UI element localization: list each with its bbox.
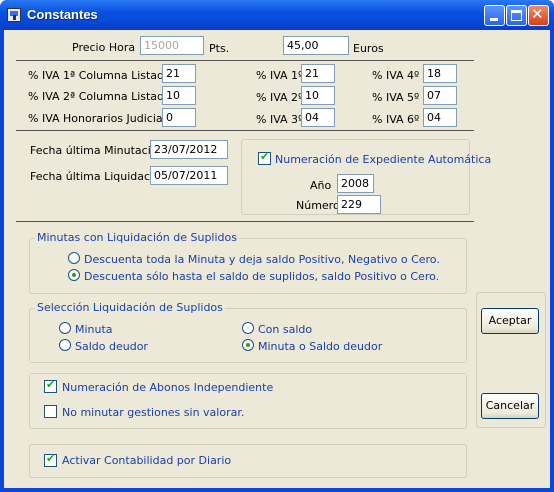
maximize-button[interactable] [506, 5, 527, 26]
iva4-label: % IVA 4º [372, 69, 420, 82]
euros-label: Euros [353, 42, 384, 55]
app-icon [7, 8, 21, 22]
numero-field[interactable]: 229 [337, 195, 381, 214]
title-bar[interactable]: Constantes ✕ [0, 0, 554, 30]
minimize-button[interactable] [484, 5, 505, 26]
iva-col1-label: % IVA 1ª Columna Listados [28, 69, 177, 82]
iva-col2-label: % IVA 2ª Columna Listados [28, 90, 177, 103]
minutas-option-toda-radio[interactable] [68, 252, 80, 264]
iva-hon-field[interactable]: 0 [162, 108, 196, 127]
seleccion-con-saldo-label[interactable]: Con saldo [258, 323, 312, 336]
numero-label: Número [296, 199, 340, 212]
minutas-group-title: Minutas con Liquidación de Suplidos [35, 231, 239, 244]
close-icon: ✕ [531, 5, 544, 23]
minutas-group [29, 238, 467, 294]
fecha-liquidacion-field[interactable]: 05/07/2011 [150, 166, 228, 185]
contabilidad-checkbox[interactable] [44, 452, 57, 467]
dialog-body: Precio Hora 15000 Pts. 45,00 Euros % IVA… [4, 30, 550, 488]
expediente-auto-label[interactable]: Numeración de Expediente Automática [275, 153, 491, 166]
seleccion-group-title: Selección Liquidación de Suplidos [35, 301, 225, 314]
anio-label: Año [310, 179, 332, 192]
iva2-field[interactable]: 10 [301, 86, 335, 105]
fecha-minutacion-field[interactable]: 23/07/2012 [150, 140, 228, 159]
expediente-auto-checkbox[interactable] [258, 150, 271, 165]
iva6-label: % IVA 6º [372, 113, 420, 126]
iva4-field[interactable]: 18 [423, 64, 457, 83]
anio-field[interactable]: 2008 [337, 174, 374, 193]
abonos-independiente-label[interactable]: Numeración de Abonos Independiente [62, 381, 273, 394]
iva6-field[interactable]: 04 [423, 108, 457, 127]
close-button[interactable]: ✕ [528, 5, 549, 26]
contabilidad-label[interactable]: Activar Contabilidad por Diario [62, 454, 231, 467]
fecha-liquidacion-label: Fecha última Liquidación [30, 170, 167, 183]
divider [16, 60, 474, 61]
iva2-label: % IVA 2º [256, 91, 304, 104]
iva1-field[interactable]: 21 [301, 64, 335, 83]
minutas-option-suplidos-radio[interactable] [68, 269, 80, 281]
iva5-field[interactable]: 07 [423, 86, 457, 105]
euros-field[interactable]: 45,00 [283, 36, 349, 55]
seleccion-con-saldo-radio[interactable] [242, 322, 254, 334]
seleccion-minuta-o-saldo-radio[interactable] [242, 339, 254, 351]
iva5-label: % IVA 5º [372, 91, 420, 104]
minutas-option-toda-label[interactable]: Descuenta toda la Minuta y deja saldo Po… [84, 253, 440, 266]
divider [16, 130, 474, 131]
pts-label: Pts. [209, 42, 230, 55]
precio-hora-field[interactable]: 15000 [140, 36, 204, 55]
iva-hon-label: % IVA Honorarios Judiciales [28, 112, 179, 125]
no-minutar-checkbox[interactable] [44, 405, 57, 418]
abonos-independiente-checkbox[interactable] [44, 378, 57, 393]
cancel-button[interactable]: Cancelar [481, 393, 539, 419]
window-title: Constantes [27, 7, 98, 22]
no-minutar-label[interactable]: No minutar gestiones sin valorar. [62, 406, 244, 419]
divider [16, 221, 474, 222]
fecha-minutacion-label: Fecha última Minutación [30, 144, 165, 157]
iva3-label: % IVA 3º [256, 113, 304, 126]
iva3-field[interactable]: 04 [301, 108, 335, 127]
seleccion-saldo-deudor-radio[interactable] [59, 339, 71, 351]
precio-hora-label: Precio Hora [72, 41, 136, 54]
iva1-label: % IVA 1º [256, 69, 304, 82]
seleccion-saldo-deudor-label[interactable]: Saldo deudor [75, 340, 148, 353]
seleccion-minuta-label[interactable]: Minuta [75, 323, 113, 336]
accept-button[interactable]: Aceptar [481, 308, 539, 334]
minimize-icon [490, 18, 498, 21]
seleccion-minuta-radio[interactable] [59, 322, 71, 334]
minutas-option-suplidos-label[interactable]: Descuenta sólo hasta el saldo de suplido… [84, 270, 439, 283]
maximize-icon [511, 10, 522, 21]
dialog-window: Constantes ✕ Precio Hora 15000 Pts. 45,0… [0, 0, 554, 492]
seleccion-minuta-o-saldo-label[interactable]: Minuta o Saldo deudor [258, 340, 382, 353]
iva-col2-field[interactable]: 10 [162, 86, 196, 105]
iva-col1-field[interactable]: 21 [162, 64, 196, 83]
